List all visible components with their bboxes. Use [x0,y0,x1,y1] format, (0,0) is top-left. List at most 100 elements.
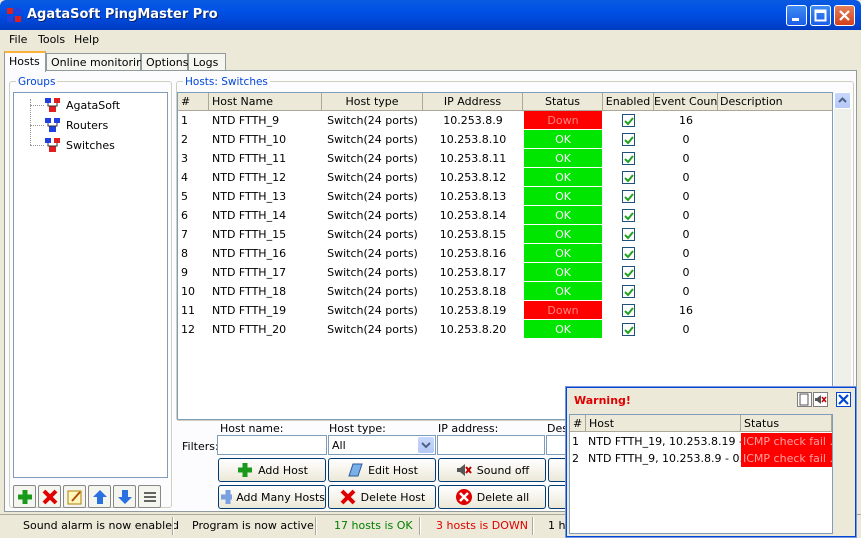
group-item-switches[interactable]: Switches [44,136,115,154]
dropdown-button[interactable] [418,437,434,453]
minimize-button[interactable] [786,5,807,26]
tab-online-monitoring[interactable]: Online monitoring [46,53,150,71]
table-row[interactable]: 10 NTD FTTH_18 Switch(24 ports) 10.253.8.18… [178,282,832,301]
menu-file[interactable]: File [9,33,27,46]
checkmark-icon [624,326,634,335]
chevron-down-icon [421,442,431,449]
add-host-button[interactable]: Add Host [218,458,326,482]
warning-row-host: NTD FTTH_9, 10.253.8.9 - 0... [588,452,741,465]
warning-column-host[interactable]: Host [586,415,741,432]
enabled-checkbox[interactable] [622,209,635,222]
groups-tree[interactable]: AgataSoft Routers Switches [13,92,168,478]
mute-warning-button[interactable] [813,392,828,407]
host-num-cell: 9 [181,266,188,279]
checkmark-icon [624,136,634,145]
host-ip-cell: 10.253.8.19 [439,304,507,317]
checkmark-icon [624,193,634,202]
close-icon [838,394,849,405]
warning-popup[interactable]: Warning! # Host Status 1 NTD FTTH_19, 10.… [566,387,856,537]
enabled-checkbox[interactable] [622,171,635,184]
table-row[interactable]: 5 NTD FTTH_13 Switch(24 ports) 10.253.8.13 O… [178,187,832,206]
column-header-description[interactable]: Description [718,93,832,110]
ip-filter-input[interactable] [437,435,545,455]
menu-tools[interactable]: Tools [38,33,65,46]
warning-column-num[interactable]: # [570,415,586,432]
enabled-checkbox[interactable] [622,304,635,317]
group-item-agatasoft[interactable]: AgataSoft [44,96,120,114]
table-row[interactable]: 1 NTD FTTH_9 Switch(24 ports) 10.253.8.9 Dow… [178,111,832,130]
enabled-checkbox[interactable] [622,152,635,165]
enabled-checkbox[interactable] [622,228,635,241]
restore-warning-button[interactable] [797,392,812,407]
table-row[interactable]: 3 NTD FTTH_11 Switch(24 ports) 10.253.8.11 O… [178,149,832,168]
host-name-cell: NTD FTTH_20 [212,323,287,336]
edit-group-button[interactable] [63,485,86,508]
warning-row-num: 1 [572,435,579,448]
delete-icon [340,489,356,505]
host-type-filter-select[interactable]: All [328,435,436,455]
edit-host-button[interactable]: Edit Host [328,458,436,482]
column-header-status[interactable]: Status [523,93,603,110]
enabled-checkbox[interactable] [622,285,635,298]
scroll-up-button[interactable] [834,92,851,109]
move-down-button[interactable] [113,485,136,508]
hosts-grid[interactable]: # Host Name Host type IP Address Status … [177,92,833,420]
host-name-filter-input[interactable] [217,435,327,455]
speaker-mute-icon [815,395,827,404]
warning-column-status[interactable]: Status [741,415,832,432]
delete-all-button[interactable]: Delete all [438,485,546,509]
tab-hosts[interactable]: Hosts [4,51,46,72]
table-row[interactable]: 12 NTD FTTH_20 Switch(24 ports) 10.253.8.20… [178,320,832,339]
column-header-host-type[interactable]: Host type [322,93,423,110]
description-cell [718,130,832,149]
group-toolbar [13,485,168,509]
add-many-hosts-button[interactable]: Add Many Hosts [218,485,326,509]
host-num-cell: 12 [181,323,195,336]
column-header-num[interactable]: # [178,93,209,110]
title-bar[interactable]: AgataSoft PingMaster Pro [0,0,861,30]
table-row[interactable]: 6 NTD FTTH_14 Switch(24 ports) 10.253.8.14 O… [178,206,832,225]
host-num-cell: 7 [181,228,188,241]
host-name-cell: NTD FTTH_9 [212,114,280,127]
column-header-enabled[interactable]: Enabled [603,93,654,110]
delete-group-button[interactable] [38,485,61,508]
host-name-cell: NTD FTTH_11 [212,152,287,165]
table-row[interactable]: 2 NTD FTTH_10 Switch(24 ports) 10.253.8.10 O… [178,130,832,149]
move-up-button[interactable] [88,485,111,508]
table-row[interactable]: 4 NTD FTTH_12 Switch(24 ports) 10.253.8.12 O… [178,168,832,187]
table-row[interactable]: 8 NTD FTTH_16 Switch(24 ports) 10.253.8.16 O… [178,244,832,263]
delete-host-button[interactable]: Delete Host [328,485,436,509]
menu-help[interactable]: Help [74,33,99,46]
tab-options[interactable]: Options [141,53,188,71]
close-button[interactable] [834,5,855,26]
enabled-checkbox[interactable] [622,190,635,203]
host-ip-cell: 10.253.8.10 [439,133,507,146]
host-num-cell: 4 [181,171,188,184]
list-button[interactable] [138,485,161,508]
table-row[interactable]: 11 NTD FTTH_19 Switch(24 ports) 10.253.8.19… [178,301,832,320]
column-header-ip[interactable]: IP Address [423,93,523,110]
enabled-checkbox[interactable] [622,323,635,336]
table-row[interactable]: 7 NTD FTTH_15 Switch(24 ports) 10.253.8.15 O… [178,225,832,244]
add-group-button[interactable] [13,485,36,508]
column-header-event-count[interactable]: Event Count [654,93,718,110]
tab-logs[interactable]: Logs [188,53,226,71]
delete-icon [42,489,58,505]
maximize-button[interactable] [810,5,831,26]
enabled-checkbox[interactable] [622,247,635,260]
window-icon [799,393,809,406]
grid-scrollbar[interactable] [834,92,851,420]
group-item-routers[interactable]: Routers [44,116,108,134]
enabled-checkbox[interactable] [622,133,635,146]
table-row[interactable]: 9 NTD FTTH_17 Switch(24 ports) 10.253.8.17 O… [178,263,832,282]
warning-list[interactable]: # Host Status 1 NTD FTTH_19, 10.253.8.19 … [569,414,833,534]
sound-off-button[interactable]: Sound off [438,458,546,482]
enabled-checkbox[interactable] [622,114,635,127]
enabled-checkbox[interactable] [622,266,635,279]
host-num-cell: 8 [181,247,188,260]
group-label: AgataSoft [66,98,121,112]
description-cell [718,168,832,187]
column-header-host-name[interactable]: Host Name [209,93,322,110]
program-status: Program is now active [192,519,314,532]
close-warning-button[interactable] [836,392,851,407]
